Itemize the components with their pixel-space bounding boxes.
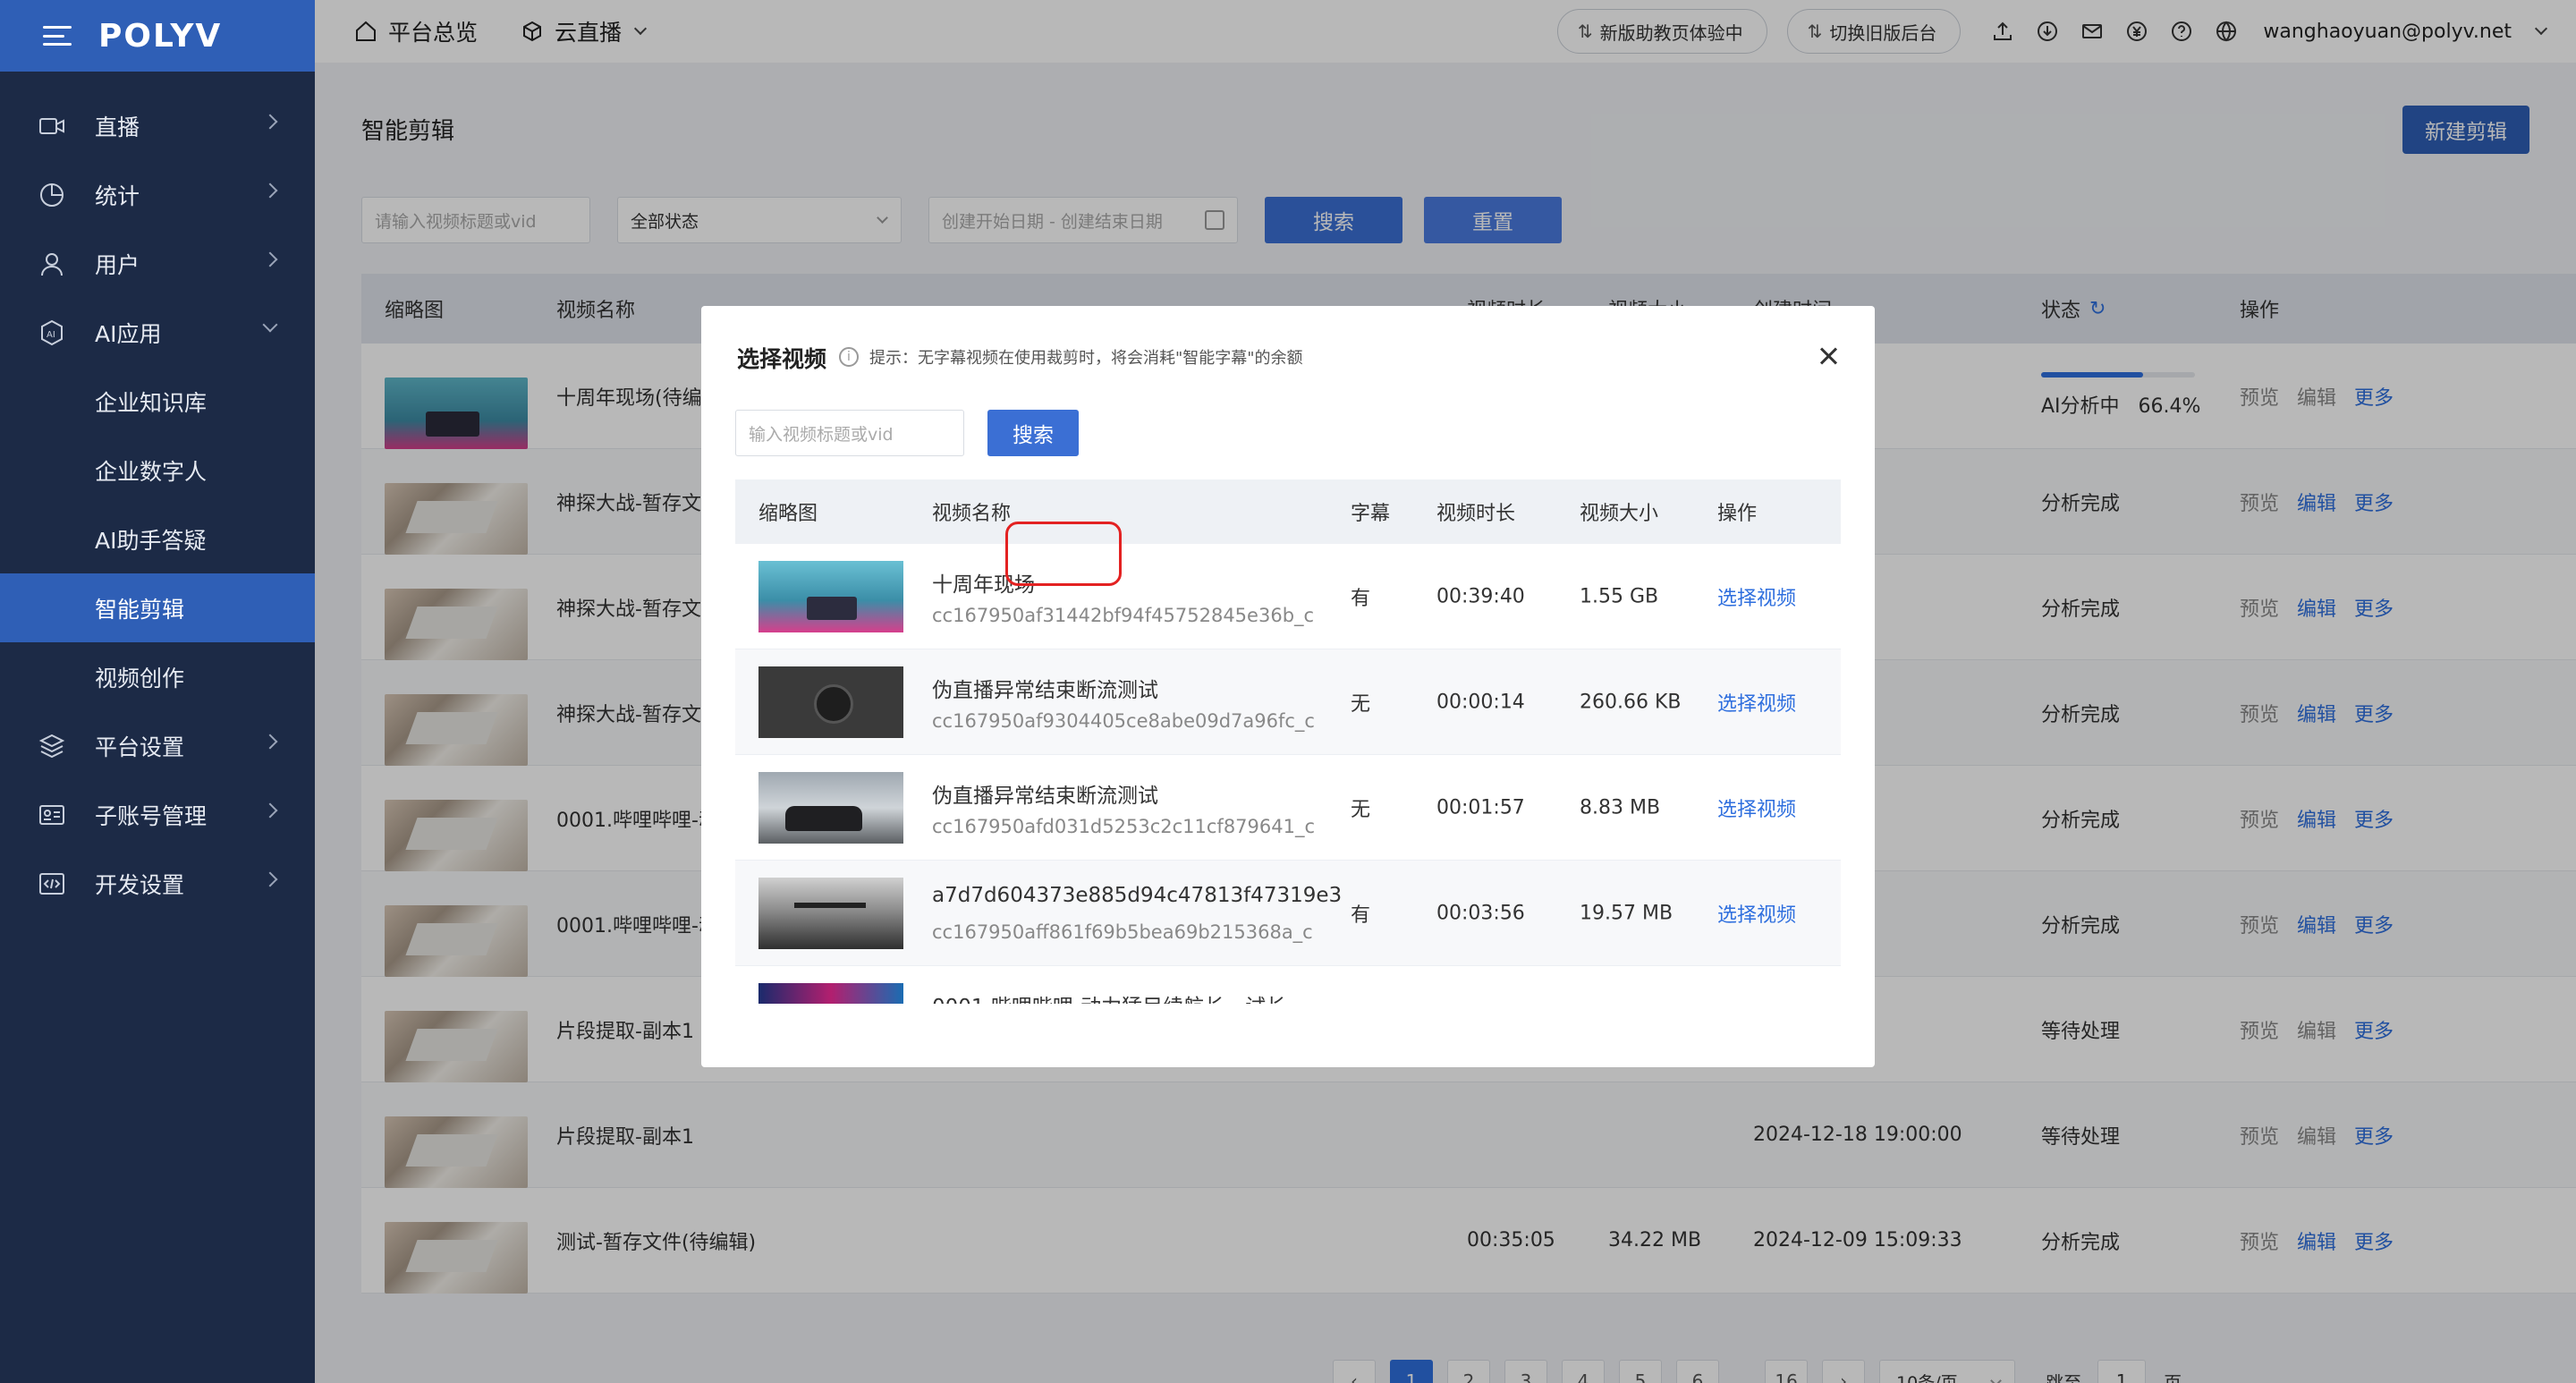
live-icon (36, 110, 68, 142)
subtitle-flag: 无 (1351, 798, 1371, 821)
sidebar-subitem-video-creation[interactable]: 视频创作 (0, 642, 315, 711)
sidebar-item-ai[interactable]: AI AI应用 (0, 298, 315, 367)
layers-icon (36, 730, 68, 762)
chart-pie-icon (36, 179, 68, 211)
col-subtitle: 字幕 (1351, 503, 1391, 525)
dialog-tip-text: 提示：无字幕视频在使用裁剪时，将会消耗"智能字幕"的余额 (869, 349, 1303, 368)
sidebar-item-label: 统计 (95, 182, 140, 209)
sidebar-item-users[interactable]: 用户 (0, 229, 315, 298)
user-icon (36, 248, 68, 280)
sidebar-item-stats[interactable]: 统计 (0, 160, 315, 229)
video-name: 0001.哔哩哔哩-动力猛目续航长，试长 (932, 989, 1286, 1004)
video-vid: cc167950af31442bf94f45752845e36b_c (932, 605, 1315, 626)
video-vid: cc167950afd031d5253c2c11cf879641_c (932, 816, 1316, 837)
select-video-link[interactable]: 选择视频 (1717, 582, 1796, 611)
sidebar-item-label: 平台设置 (95, 734, 185, 760)
chevron-right-icon (262, 734, 278, 750)
sidebar-item-label: 开发设置 (95, 871, 185, 898)
ai-icon: AI (36, 317, 68, 349)
close-icon[interactable] (1818, 345, 1839, 367)
sidebar-subitem-digital-human[interactable]: 企业数字人 (0, 436, 315, 505)
video-name: 伪直播异常结束断流测试 (932, 679, 1158, 702)
sidebar-item-label: AI应用 (95, 320, 162, 347)
video-size: 8.83 MB (1580, 796, 1661, 819)
video-thumbnail (758, 666, 903, 738)
svg-text:AI: AI (47, 330, 55, 340)
dialog-search-button[interactable]: 搜索 (987, 410, 1079, 456)
dialog-video-row: 0001.哔哩哔哩-动力猛目续航长，试长 (735, 966, 1841, 1004)
dialog-video-row: 十周年现场 cc167950af31442bf94f45752845e36b_c 有… (735, 544, 1841, 649)
sidebar: POLYV 直播 统计 用户 AI AI应用 企业知识库 企业数字人 AI助手答… (0, 0, 315, 1383)
select-video-link[interactable]: 选择视频 (1717, 899, 1796, 928)
video-duration: 00:00:14 (1436, 691, 1525, 713)
code-icon (36, 868, 68, 900)
select-video-link[interactable]: 选择视频 (1717, 793, 1796, 822)
sidebar-item-dev-settings[interactable]: 开发设置 (0, 849, 315, 918)
video-thumbnail (758, 772, 903, 844)
sidebar-nav: 直播 统计 用户 AI AI应用 企业知识库 企业数字人 AI助手答疑 智能剪辑… (0, 91, 315, 918)
sidebar-subitem-smart-clip[interactable]: 智能剪辑 (0, 573, 315, 642)
col-action: 操作 (1717, 503, 1758, 525)
chevron-down-icon (262, 317, 278, 333)
highlight-box (1005, 522, 1122, 586)
video-thumbnail (758, 561, 903, 632)
info-icon: i (839, 347, 859, 367)
dialog-table-body: 十周年现场 cc167950af31442bf94f45752845e36b_c 有… (735, 544, 1841, 1004)
video-name: a7d7d604373e885d94c47813f47319e3 (932, 884, 1343, 907)
sidebar-item-live[interactable]: 直播 (0, 91, 315, 160)
logo[interactable]: POLYV (98, 18, 222, 55)
chevron-right-icon (262, 802, 278, 819)
video-duration: 00:39:40 (1436, 585, 1525, 607)
dialog-video-row: a7d7d604373e885d94c47813f47319e3 cc167950… (735, 861, 1841, 966)
dialog-video-row: 伪直播异常结束断流测试 cc167950afd031d5253c2c11cf879… (735, 755, 1841, 861)
select-video-dialog: 选择视频 i 提示：无字幕视频在使用裁剪时，将会消耗"智能字幕"的余额 输入视频… (701, 306, 1875, 1067)
sidebar-subitem-knowledge[interactable]: 企业知识库 (0, 367, 315, 436)
menu-toggle-icon[interactable] (43, 26, 72, 46)
chevron-right-icon (262, 114, 278, 130)
col-size: 视频大小 (1580, 503, 1659, 525)
dialog-search-input[interactable]: 输入视频标题或vid (735, 410, 964, 456)
video-thumbnail (758, 983, 903, 1004)
video-duration: 00:01:57 (1436, 796, 1525, 819)
subtitle-flag: 有 (1351, 904, 1371, 927)
video-vid: cc167950af9304405ce8abe09d7a96fc_c (932, 710, 1315, 732)
subtitle-flag: 无 (1351, 692, 1371, 716)
dialog-tip: i 提示：无字幕视频在使用裁剪时，将会消耗"智能字幕"的余额 (839, 345, 1303, 369)
sidebar-subitem-ai-assistant[interactable]: AI助手答疑 (0, 505, 315, 573)
subtitle-flag: 有 (1351, 587, 1371, 610)
dialog-video-row: 伪直播异常结束断流测试 cc167950af9304405ce8abe09d7a9… (735, 649, 1841, 755)
video-thumbnail (758, 878, 903, 949)
logo-bar: POLYV (0, 0, 315, 72)
dialog-title: 选择视频 (737, 346, 827, 372)
sidebar-item-label: 子账号管理 (95, 802, 208, 829)
sidebar-item-label: 用户 (95, 251, 140, 278)
sidebar-item-label: 直播 (95, 114, 140, 140)
sidebar-item-platform-settings[interactable]: 平台设置 (0, 711, 315, 780)
chevron-right-icon (262, 182, 278, 199)
col-thumb: 缩略图 (758, 503, 818, 525)
video-size: 260.66 KB (1580, 691, 1682, 713)
dialog-table-header: 缩略图 视频名称 字幕 视频时长 视频大小 操作 (735, 479, 1841, 544)
video-name: 伪直播异常结束断流测试 (932, 785, 1158, 808)
select-video-link[interactable]: 选择视频 (1717, 688, 1796, 717)
sidebar-item-subaccounts[interactable]: 子账号管理 (0, 780, 315, 849)
dialog-video-table: 缩略图 视频名称 字幕 视频时长 视频大小 操作 十周年现场 cc167950af… (735, 479, 1841, 1004)
video-duration: 00:03:56 (1436, 902, 1525, 924)
chevron-right-icon (262, 871, 278, 887)
col-duration: 视频时长 (1436, 503, 1516, 525)
video-size: 1.55 GB (1580, 585, 1659, 607)
chevron-right-icon (262, 251, 278, 267)
col-name: 视频名称 (932, 503, 1012, 525)
video-vid: cc167950aff861f69b5bea69b215368a_c (932, 921, 1313, 943)
id-card-icon (36, 799, 68, 831)
video-size: 19.57 MB (1580, 902, 1674, 924)
